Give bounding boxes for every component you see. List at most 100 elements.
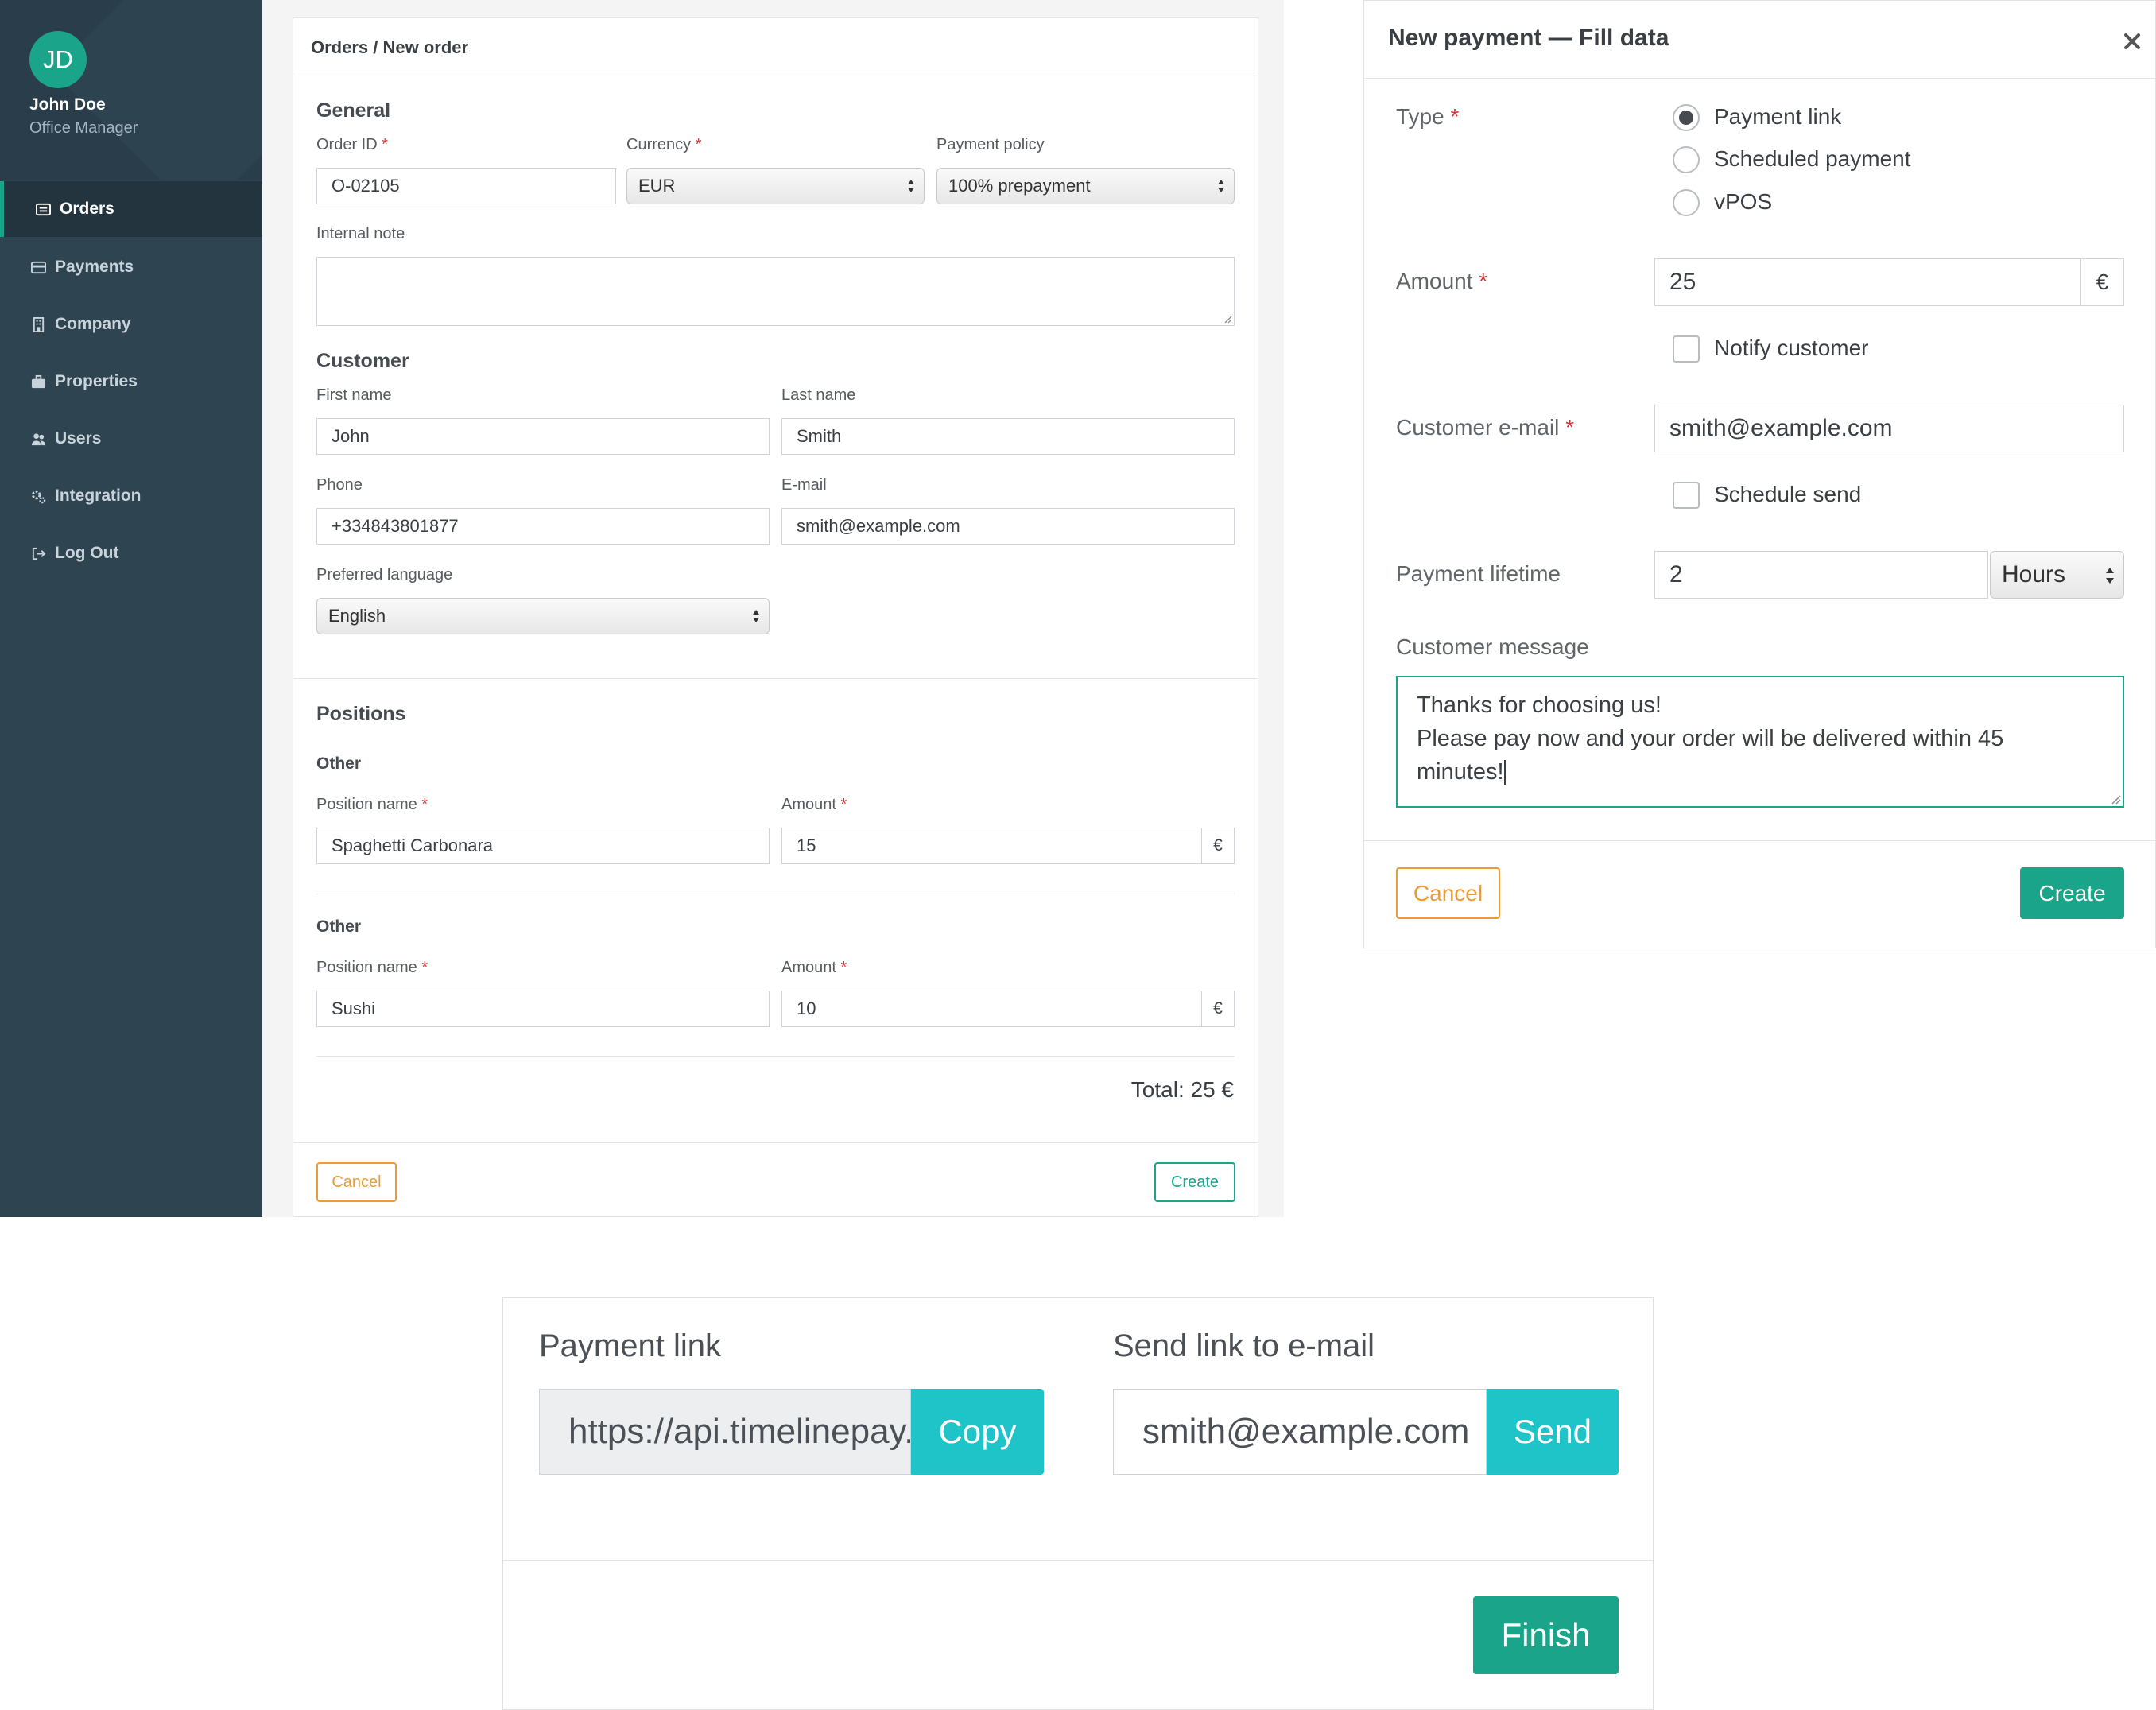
radio-label: Payment link [1714,104,1842,129]
amount-label: Amount * [1396,269,1488,293]
avatar[interactable]: JD [29,31,87,88]
select-arrows-icon [1218,180,1224,192]
sidebar-item-company[interactable]: Company [0,297,262,352]
sidebar-item-label: Company [55,315,131,333]
payment-link-card: Payment link https://api.timelinepay.com… [502,1297,1654,1710]
phone-label: Phone [316,476,363,494]
payment-link-field[interactable]: https://api.timelinepay.com/ [539,1389,911,1475]
last-name-input[interactable]: Smith [781,418,1235,455]
sidebar-item-label: Users [55,429,102,448]
cancel-button[interactable]: Cancel [316,1162,397,1202]
position-group-label: Other [316,754,362,773]
divider [1364,840,2155,841]
profile-decoration [52,0,262,180]
lifetime-unit-value: Hours [2002,561,2066,587]
divider [293,678,1258,679]
sidebar-item-orders[interactable]: Orders [0,181,262,237]
sidebar-item-logout[interactable]: Log Out [0,525,262,581]
sidebar-item-label: Properties [55,372,138,390]
payment-policy-value: 100% prepayment [948,176,1091,196]
currency-label: Currency * [626,136,702,153]
amount-input[interactable]: 25 [1654,258,2081,306]
radio-vpos[interactable] [1673,189,1700,216]
sidebar-item-label: Integration [55,487,142,505]
order-id-label: Order ID * [316,136,389,153]
copy-button[interactable]: Copy [911,1389,1044,1475]
position-amount-label: Amount * [781,796,847,813]
message-line: Thanks for choosing us! [1417,692,1662,718]
internal-note-textarea[interactable] [316,257,1235,326]
send-email-input[interactable]: smith@example.com [1113,1389,1487,1475]
notify-customer-checkbox[interactable] [1673,335,1700,363]
select-arrows-icon [2106,568,2114,584]
building-icon [29,316,47,333]
radio-payment-link[interactable] [1673,104,1700,131]
customer-email-input[interactable]: smith@example.com [1654,405,2124,452]
create-button[interactable]: Create [1154,1162,1235,1202]
section-title-customer: Customer [316,350,409,372]
section-title-positions: Positions [316,703,406,725]
radio-scheduled-payment[interactable] [1673,146,1700,173]
radio-label: vPOS [1714,189,1773,214]
divider [316,1056,1235,1057]
payment-link-title: Payment link [539,1328,721,1363]
currency-addon: € [2080,258,2124,306]
credit-card-icon [29,258,47,276]
position-amount-input[interactable]: 15 [781,828,1202,864]
create-button[interactable]: Create [2020,867,2124,919]
new-order-form: Orders / New order General Order ID * O-… [293,17,1258,1217]
breadcrumb: Orders / New order [311,37,469,57]
message-line: Please pay now and your order will be de… [1417,726,2004,751]
message-line-last: minutes! [1417,759,1506,786]
select-arrows-icon [908,180,914,192]
phone-input[interactable]: +334843801877 [316,508,770,545]
schedule-send-checkbox[interactable] [1673,482,1700,509]
user-name: John Doe [29,95,106,114]
sidebar-item-integration[interactable]: Integration [0,468,262,524]
sidebar-item-payments[interactable]: Payments [0,239,262,295]
new-payment-dialog: New payment — Fill data Type * Payment l… [1363,0,2156,948]
payment-lifetime-input[interactable]: 2 [1654,551,1988,599]
radio-label: Scheduled payment [1714,146,1911,171]
sidebar-item-properties[interactable]: Properties [0,354,262,409]
order-id-input[interactable]: O-02105 [316,168,616,204]
email-label: E-mail [781,476,827,494]
sidebar: JD John Doe Office Manager Orders Paymen… [0,0,262,1217]
sidebar-item-label: Payments [55,258,134,276]
customer-message-textarea[interactable]: Thanks for choosing us! Please pay now a… [1396,676,2124,808]
position-amount-input[interactable]: 10 [781,991,1202,1027]
cogs-icon [29,487,47,505]
internal-note-label: Internal note [316,225,405,242]
select-arrows-icon [753,610,759,622]
lifetime-unit-select[interactable]: Hours [1990,551,2124,599]
resize-handle-icon[interactable] [2110,793,2121,805]
first-name-input[interactable]: John [316,418,770,455]
cancel-button[interactable]: Cancel [1396,867,1500,919]
sidebar-item-users[interactable]: Users [0,411,262,467]
finish-button[interactable]: Finish [1473,1596,1619,1674]
order-total: Total: 25 € [1130,1077,1234,1102]
resize-handle-icon[interactable] [1223,314,1232,324]
language-select-value: English [328,606,386,626]
divider [503,1560,1653,1561]
users-icon [29,430,47,448]
briefcase-icon [29,373,47,390]
language-select[interactable]: English [316,598,770,634]
position-amount-label: Amount * [781,959,847,976]
payment-lifetime-label: Payment lifetime [1396,561,1561,586]
currency-select[interactable]: EUR [626,168,925,204]
first-name-label: First name [316,386,392,404]
close-icon[interactable] [2120,29,2144,53]
sidebar-item-label: Orders [60,200,114,218]
checkbox-label: Schedule send [1714,482,1862,506]
send-button[interactable]: Send [1487,1389,1619,1475]
position-name-input[interactable]: Spaghetti Carbonara [316,828,770,864]
position-group-label: Other [316,917,362,936]
payment-policy-label: Payment policy [936,136,1045,153]
payment-policy-select[interactable]: 100% prepayment [936,168,1235,204]
customer-message-label: Customer message [1396,634,1589,659]
text-caret [1503,760,1506,786]
checkbox-label: Notify customer [1714,335,1869,360]
email-input[interactable]: smith@example.com [781,508,1235,545]
position-name-input[interactable]: Sushi [316,991,770,1027]
